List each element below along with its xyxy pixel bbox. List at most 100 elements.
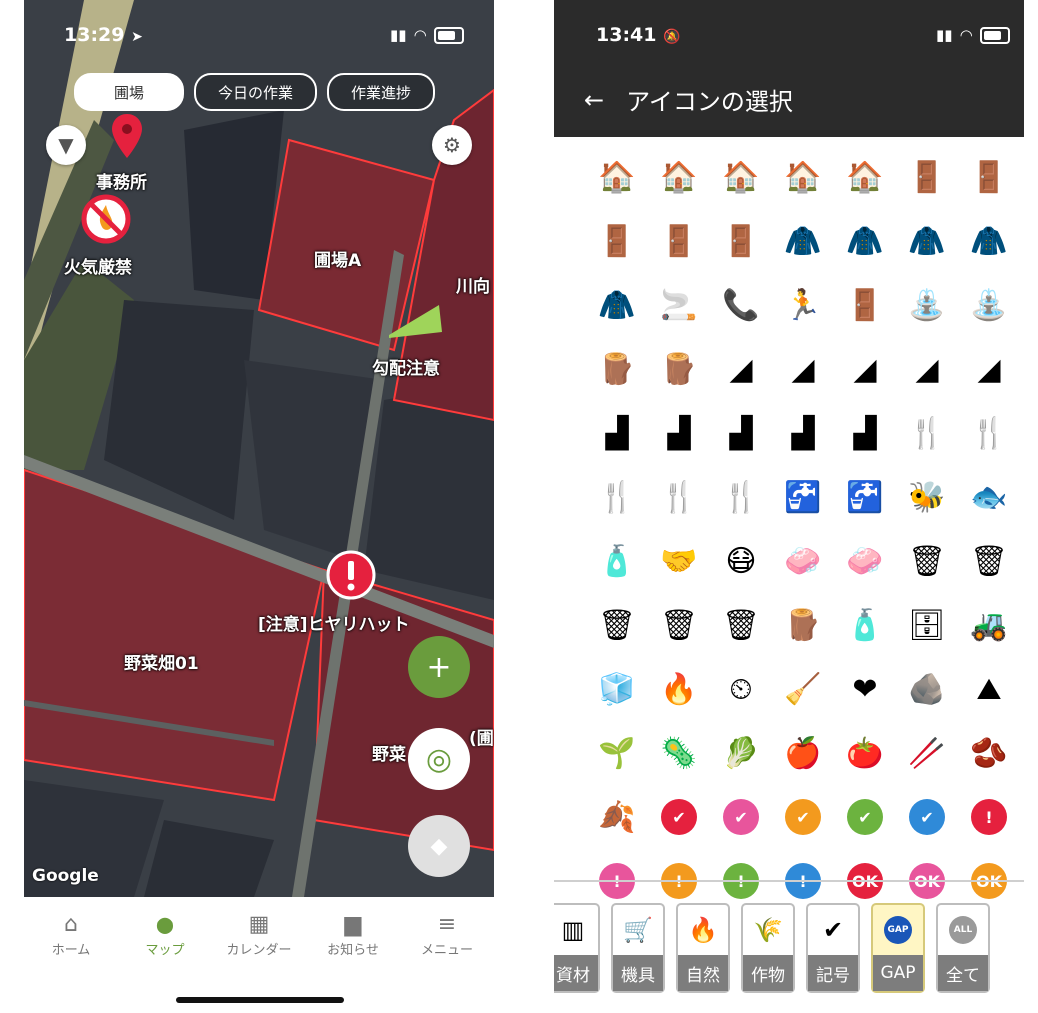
icon-option[interactable]: 🦠 bbox=[654, 728, 704, 778]
icon-option[interactable]: ▟ bbox=[592, 408, 642, 458]
my-location-button[interactable]: ◎ bbox=[408, 728, 470, 790]
icon-option[interactable]: 🧥 bbox=[778, 216, 828, 266]
icon-option[interactable]: ! bbox=[971, 799, 1007, 835]
icon-option[interactable]: 🥬 bbox=[716, 728, 766, 778]
icon-option[interactable]: 🍴 bbox=[964, 408, 1014, 458]
icon-option[interactable]: ◢ bbox=[964, 344, 1014, 394]
icon-option[interactable]: ✔ bbox=[909, 799, 945, 835]
icon-option[interactable]: 🐟 bbox=[964, 472, 1014, 522]
icon-option[interactable]: 🏠 bbox=[778, 152, 828, 202]
directions-button[interactable]: ◆ bbox=[408, 815, 470, 877]
nav-menu[interactable]: ≡ メニュー bbox=[400, 897, 494, 1013]
icon-option[interactable]: 🏠 bbox=[840, 152, 890, 202]
icon-option[interactable]: 🚪 bbox=[964, 152, 1014, 202]
icon-option[interactable]: ✔ bbox=[785, 799, 821, 835]
icon-option[interactable]: 🍅 bbox=[840, 728, 890, 778]
icon-option[interactable]: ✔ bbox=[723, 799, 759, 835]
icon-option[interactable]: 🧥 bbox=[964, 216, 1014, 266]
icon-option[interactable]: ▟ bbox=[840, 408, 890, 458]
icon-option[interactable]: 🧥 bbox=[840, 216, 890, 266]
add-button[interactable]: + bbox=[408, 636, 470, 698]
icon-option[interactable]: ◢ bbox=[902, 344, 952, 394]
icon-option[interactable]: 🪵 bbox=[592, 344, 642, 394]
category-tab[interactable]: 🌾 作物 bbox=[741, 903, 795, 993]
icon-option[interactable]: 🚪 bbox=[592, 216, 642, 266]
icon-option[interactable]: 🚰 bbox=[840, 472, 890, 522]
icon-option[interactable]: ❤ bbox=[840, 664, 890, 714]
filter-button[interactable]: ▼ bbox=[46, 125, 86, 165]
icon-option[interactable]: 🥢 bbox=[902, 728, 952, 778]
icon-option[interactable]: 🚪 bbox=[902, 152, 952, 202]
icon-option[interactable]: 🏠 bbox=[592, 152, 642, 202]
icon-option[interactable]: 🍴 bbox=[716, 472, 766, 522]
icon-option[interactable]: 📞 bbox=[716, 280, 766, 330]
icon-option[interactable]: 🐝 bbox=[902, 472, 952, 522]
icon-option[interactable]: ▟ bbox=[778, 408, 828, 458]
icon-option[interactable]: ✔ bbox=[661, 799, 697, 835]
icon-option[interactable]: ⛲ bbox=[964, 280, 1014, 330]
icon-option[interactable]: 🧼 bbox=[778, 536, 828, 586]
category-tab[interactable]: 🛒 機具 bbox=[611, 903, 665, 993]
icon-option[interactable]: 🚬 bbox=[654, 280, 704, 330]
icon-option[interactable]: 🗄 bbox=[902, 600, 952, 650]
icon-option[interactable]: 🫘 bbox=[964, 728, 1014, 778]
icon-option[interactable]: 🧴 bbox=[840, 600, 890, 650]
icon-option[interactable]: ⛰ bbox=[964, 664, 1014, 714]
icon-option[interactable]: 🧴 bbox=[592, 536, 642, 586]
tab-field[interactable]: 圃場 bbox=[74, 73, 185, 111]
category-tab[interactable]: ✔ 記号 bbox=[806, 903, 860, 993]
icon-option[interactable]: ◢ bbox=[716, 344, 766, 394]
nav-notices[interactable]: ▆ お知らせ bbox=[306, 897, 400, 1013]
icon-option[interactable]: 🌱 bbox=[592, 728, 642, 778]
icon-option[interactable]: 🏃 bbox=[778, 280, 828, 330]
nav-calendar[interactable]: ▦ カレンダー bbox=[212, 897, 306, 1013]
icon-option[interactable]: 🧥 bbox=[592, 280, 642, 330]
icon-option[interactable]: 🪵 bbox=[654, 344, 704, 394]
icon-option[interactable]: 🪨 bbox=[902, 664, 952, 714]
icon-option[interactable]: 😷 bbox=[716, 536, 766, 586]
icon-option[interactable]: ▟ bbox=[654, 408, 704, 458]
icon-option[interactable]: 🚪 bbox=[840, 280, 890, 330]
icon-option[interactable]: 🪵 bbox=[778, 600, 828, 650]
icon-option[interactable]: 🚰 bbox=[778, 472, 828, 522]
icon-option[interactable]: ◢ bbox=[778, 344, 828, 394]
icon-option[interactable]: 🍎 bbox=[778, 728, 828, 778]
category-tab[interactable]: ▥ 資材 bbox=[554, 903, 600, 993]
icon-option[interactable]: ✔ bbox=[847, 799, 883, 835]
icon-option[interactable]: 🗑 bbox=[902, 536, 952, 586]
icon-option[interactable]: ▟ bbox=[716, 408, 766, 458]
tab-today-work[interactable]: 今日の作業 bbox=[194, 73, 318, 111]
nav-map[interactable]: ⬤ マップ bbox=[118, 897, 212, 1013]
tab-work-progress[interactable]: 作業進捗 bbox=[327, 73, 436, 111]
icon-option[interactable]: 🍴 bbox=[902, 408, 952, 458]
category-tab[interactable]: GAP GAP bbox=[871, 903, 925, 993]
icon-option[interactable]: 🗑 bbox=[654, 600, 704, 650]
icon-option[interactable]: 🧊 bbox=[592, 664, 642, 714]
icon-option[interactable]: 🤝 bbox=[654, 536, 704, 586]
icon-option[interactable]: 🍴 bbox=[654, 472, 704, 522]
icon-option[interactable]: ⛲ bbox=[902, 280, 952, 330]
category-tab[interactable]: 🔥 自然 bbox=[676, 903, 730, 993]
alert-icon[interactable] bbox=[326, 550, 376, 600]
icon-option[interactable]: 🗑 bbox=[592, 600, 642, 650]
icon-option[interactable]: 🧹 bbox=[778, 664, 828, 714]
category-tab[interactable]: ALL 全て bbox=[936, 903, 990, 993]
icon-option[interactable]: 🗑 bbox=[716, 600, 766, 650]
no-fire-icon[interactable] bbox=[80, 193, 132, 245]
icon-option[interactable]: 🍂 bbox=[592, 792, 642, 842]
icon-option[interactable]: ◢ bbox=[840, 344, 890, 394]
settings-button[interactable]: ⚙ bbox=[432, 125, 472, 165]
icon-option[interactable]: ⏲ bbox=[716, 664, 766, 714]
icon-option[interactable]: 🧼 bbox=[840, 536, 890, 586]
nav-home[interactable]: ⌂ ホーム bbox=[24, 897, 118, 1013]
map-pin-icon[interactable] bbox=[112, 114, 142, 158]
icon-option[interactable]: 🧥 bbox=[902, 216, 952, 266]
satellite-map[interactable]: 13:29 ➤ ▮▮ ◠ 圃場 今日の作業 作業進捗 ▼ ⚙ 事務所 火気厳禁 圃… bbox=[24, 0, 494, 897]
icon-option[interactable]: 🍴 bbox=[592, 472, 642, 522]
icon-option[interactable]: 🚪 bbox=[716, 216, 766, 266]
icon-option[interactable]: 🚜 bbox=[964, 600, 1014, 650]
back-button[interactable]: ← bbox=[584, 86, 604, 114]
icon-option[interactable]: 🔥 bbox=[654, 664, 704, 714]
icon-option[interactable]: 🚪 bbox=[654, 216, 704, 266]
icon-option[interactable]: 🏠 bbox=[716, 152, 766, 202]
